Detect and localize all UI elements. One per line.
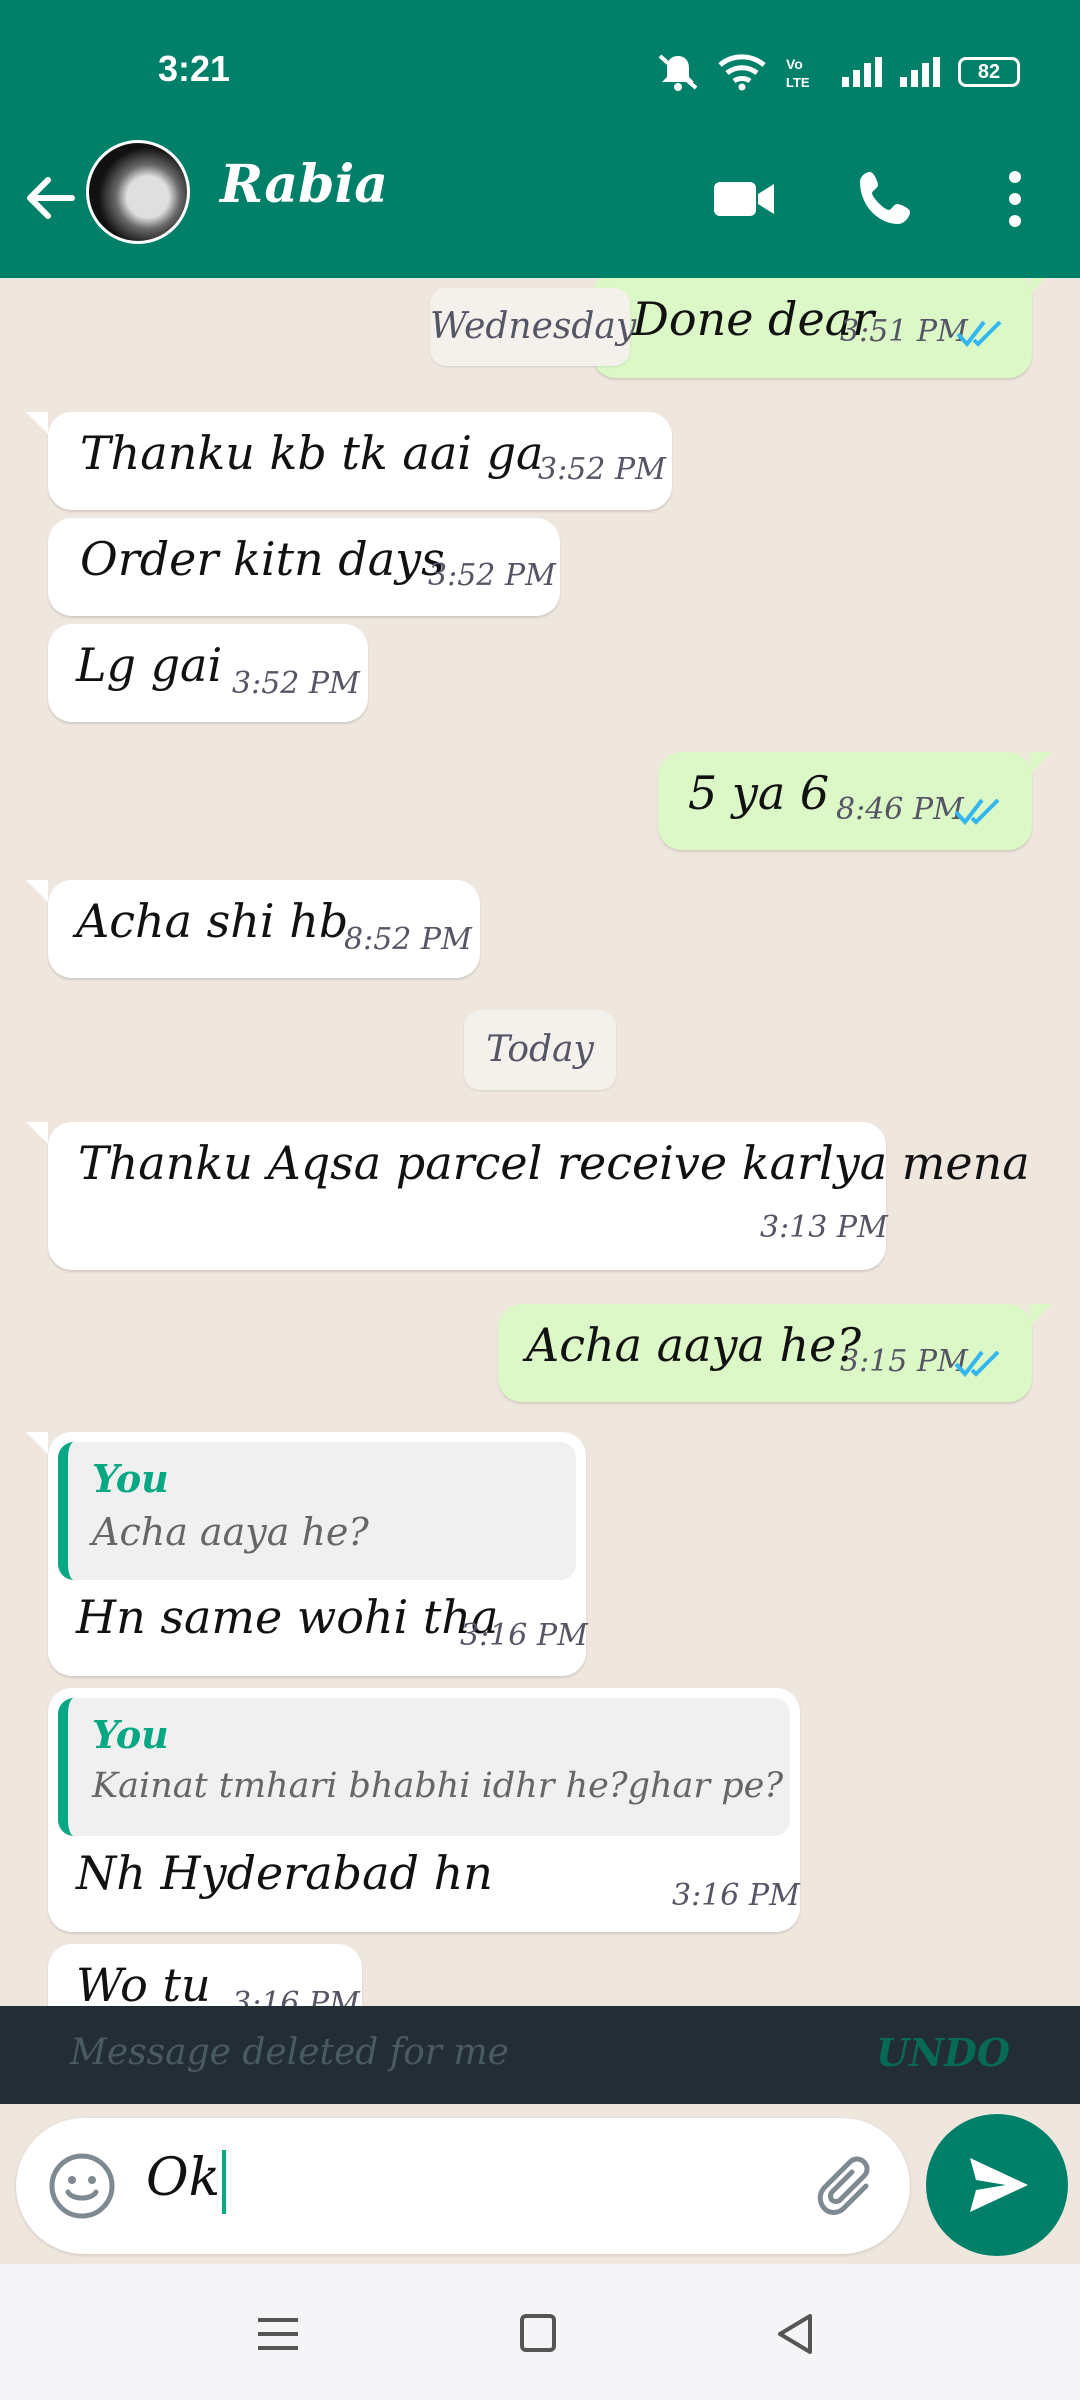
wifi-icon (718, 54, 766, 91)
message-text: Wo tu (76, 1958, 211, 2006)
message-bubble-in[interactable]: Acha shi hb 8:52 PM (48, 880, 480, 978)
snackbar-text: Message deleted for me (70, 2032, 509, 2073)
message-text: Acha shi hb (76, 894, 349, 948)
message-text: Thanku kb tk aai ga (80, 426, 544, 480)
message-bubble-out[interactable]: Acha aaya he? 3:15 PM (498, 1304, 1032, 1402)
more-icon[interactable] (980, 164, 1050, 234)
svg-text:Vo: Vo (786, 56, 803, 72)
quote-author: You (92, 1712, 169, 1757)
bubble-tail (26, 880, 48, 902)
status-icons: Vo LTE 82 (656, 52, 1020, 92)
message-time: 3:52 PM (538, 452, 666, 487)
quoted-message[interactable]: You Acha aaya he? (58, 1442, 576, 1580)
message-time: 3:16 PM (672, 1878, 800, 1913)
message-time: 3:52 PM (232, 666, 360, 701)
quote-text: Acha aaya he? (92, 1510, 369, 1554)
attach-icon[interactable] (806, 2148, 882, 2224)
message-time: 3:16 PM (460, 1618, 588, 1653)
composer: Ok (0, 2104, 1080, 2264)
date-chip: Today (464, 1010, 616, 1090)
signal-2-icon (900, 57, 940, 87)
back-arrow-icon[interactable] (22, 170, 78, 226)
menu-nav-icon[interactable] (248, 2304, 308, 2364)
system-nav-bar (0, 2264, 1080, 2400)
home-nav-icon[interactable] (508, 2304, 568, 2364)
message-text: Nh Hyderabad hn (76, 1846, 493, 1900)
message-input-value: Ok (146, 2148, 221, 2208)
volte-icon: Vo LTE (786, 56, 810, 90)
avatar[interactable] (86, 140, 190, 244)
bubble-tail (1030, 278, 1052, 294)
message-bubble-in-reply[interactable]: You Acha aaya he? Hn same wohi tha 3:16 … (48, 1432, 588, 1676)
quoted-message[interactable]: You Kainat tmhari bhabhi idhr he?ghar pe… (58, 1698, 790, 1836)
undo-button[interactable]: UNDO (876, 2030, 1010, 2075)
read-ticks-icon (954, 798, 1000, 826)
signal-1-icon (842, 57, 882, 87)
chat-header: Rabia (0, 140, 1080, 278)
svg-text:LTE: LTE (786, 75, 810, 90)
message-bubble-out[interactable]: 5 ya 6 8:46 PM (658, 752, 1032, 850)
message-text: Hn same wohi tha (76, 1590, 499, 1644)
message-input-text: Ok (146, 2148, 227, 2214)
message-time: 3:52 PM (428, 558, 556, 593)
message-text: Done dear (632, 292, 875, 346)
bubble-tail (26, 1432, 48, 1454)
message-bubble-in[interactable]: Thanku Aqsa parcel receive karlya mena 3… (48, 1122, 1030, 1270)
message-bubble-in[interactable]: Thanku kb tk aai ga 3:52 PM (48, 412, 672, 510)
message-text: Acha aaya he? (526, 1318, 862, 1372)
emoji-icon[interactable] (46, 2150, 118, 2222)
bubble-tail (26, 1122, 48, 1144)
mute-icon (658, 54, 698, 91)
message-bubble-in-reply[interactable]: You Kainat tmhari bhabhi idhr he?ghar pe… (48, 1688, 800, 1932)
video-call-icon[interactable] (710, 164, 780, 234)
message-bubble-in[interactable]: Lg gai 3:52 PM (48, 624, 368, 722)
voice-call-icon[interactable] (852, 164, 922, 234)
message-time: 3:16 PM (232, 1986, 360, 2006)
read-ticks-icon (956, 320, 1002, 348)
battery-icon: 82 (958, 57, 1020, 87)
bubble-tail (1030, 752, 1052, 774)
contact-name[interactable]: Rabia (220, 154, 388, 215)
send-icon (970, 2158, 1028, 2212)
bubble-tail (1030, 1304, 1052, 1326)
message-time: 3:51 PM (840, 314, 968, 349)
date-chip: Wednesday (430, 288, 636, 366)
message-time: 3:13 PM (760, 1210, 888, 1245)
back-nav-icon[interactable] (766, 2304, 826, 2364)
message-text: Order kitn days (80, 532, 445, 586)
send-button[interactable] (926, 2114, 1068, 2256)
message-time: 8:52 PM (344, 922, 472, 957)
message-bubble-in[interactable]: Wo tu 3:16 PM (48, 1944, 362, 2006)
message-time: 3:15 PM (840, 1344, 968, 1379)
read-ticks-icon (954, 1350, 1000, 1378)
message-text: Thanku Aqsa parcel receive karlya mena (78, 1136, 1030, 1190)
message-input[interactable]: Ok (16, 2118, 910, 2254)
text-caret (222, 2149, 227, 2214)
snackbar: Message deleted for me UNDO (0, 2006, 1080, 2104)
bubble-tail (26, 412, 48, 434)
status-bar: 3:21 Vo LTE 82 (0, 0, 1080, 140)
message-text: Lg gai (76, 638, 223, 692)
message-bubble-in[interactable]: Order kitn days 3:52 PM (48, 518, 560, 616)
message-text: 5 ya 6 (688, 766, 830, 820)
chat-area[interactable]: Done dear 3:51 PM Wednesday Thanku kb tk… (0, 278, 1080, 2006)
quote-author: You (92, 1456, 169, 1501)
message-bubble-out[interactable]: Done dear 3:51 PM (592, 278, 1032, 378)
message-time: 8:46 PM (836, 792, 964, 827)
status-time: 3:21 (158, 48, 231, 89)
quote-text: Kainat tmhari bhabhi idhr he?ghar pe? (92, 1766, 784, 1806)
